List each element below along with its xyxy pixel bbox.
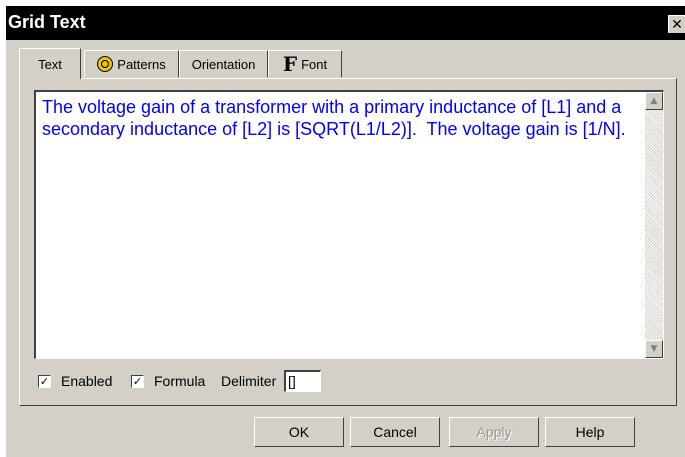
grid-text-content[interactable]: The voltage gain of a transformer with a… (42, 96, 638, 140)
formula-checkbox[interactable]: ✓ (131, 375, 144, 388)
tab-font[interactable]: F Font (268, 50, 342, 77)
enabled-checkbox[interactable]: ✓ (38, 375, 51, 388)
enabled-label: Enabled (61, 373, 113, 389)
ok-button[interactable]: OK (254, 417, 344, 447)
dialog-title: Grid Text (8, 12, 86, 32)
checkmark-icon: ✓ (132, 375, 143, 388)
arrow-down-icon: ▼ (650, 344, 658, 354)
help-button[interactable]: Help (545, 417, 635, 447)
close-button[interactable]: ✕ (668, 15, 685, 33)
font-F-icon: F (282, 52, 298, 76)
tab-label-patterns: Patterns (117, 56, 166, 72)
tab-label-orientation: Orientation (191, 56, 256, 72)
apply-button[interactable]: Apply (449, 417, 539, 447)
tab-patterns[interactable]: Patterns (84, 50, 179, 77)
delimiter-input[interactable]: [] (284, 370, 321, 392)
scroll-up-button[interactable]: ▲ (645, 92, 663, 110)
patterns-icon (97, 56, 114, 72)
formula-label: Formula (154, 373, 206, 389)
delimiter-label: Delimiter (221, 373, 277, 389)
tab-label-font: Font (301, 56, 328, 72)
checkmark-icon: ✓ (39, 375, 50, 388)
scroll-down-button[interactable]: ▼ (645, 340, 663, 358)
cancel-button[interactable]: Cancel (350, 417, 440, 447)
tab-orientation[interactable]: Orientation (179, 50, 268, 77)
tab-text[interactable]: Text (19, 48, 81, 79)
tab-label-text: Text (38, 56, 62, 72)
close-icon: ✕ (671, 17, 683, 33)
arrow-up-icon: ▲ (650, 96, 658, 106)
grid-text-dialog: Grid Text ✕ Text Patterns Orientation F … (6, 6, 685, 457)
grid-text-editor[interactable]: The voltage gain of a transformer with a… (34, 90, 664, 359)
title-bar: Grid Text ✕ (6, 6, 685, 40)
vertical-scrollbar[interactable]: ▲ ▼ (645, 92, 663, 358)
